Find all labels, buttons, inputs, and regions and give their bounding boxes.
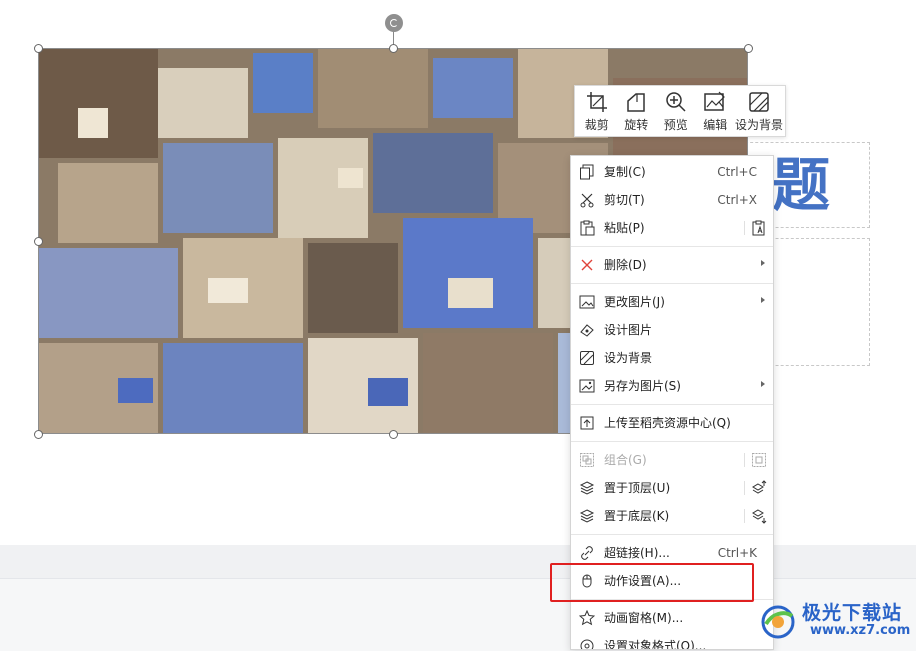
menu-item-animation-pane[interactable]: 动画窗格(M)... [571, 604, 773, 632]
menu-upload-label: 上传至稻壳资源中心(Q) [604, 416, 731, 430]
menu-item-group[interactable]: 组合(G) [571, 446, 773, 474]
menu-separator [571, 441, 773, 442]
menu-separator [571, 246, 773, 247]
preview-button[interactable]: 预览 [656, 86, 696, 136]
menu-format-object-label: 设置对象格式(O)... [604, 639, 707, 650]
slide-canvas[interactable]: 题 [0, 0, 916, 545]
menu-item-upload[interactable]: 上传至稻壳资源中心(Q) [571, 409, 773, 437]
resize-handle-top-right[interactable] [744, 44, 753, 53]
menu-item-format-object[interactable]: 设置对象格式(O)... [571, 632, 773, 650]
group-icon [580, 453, 594, 467]
save-picture-icon [579, 379, 595, 393]
format-object-icon [580, 639, 594, 649]
rotate-label: 旋转 [624, 118, 649, 132]
highlight-annotation-box [550, 563, 754, 602]
site-watermark: 极光下载站 www.xz7.com [758, 596, 914, 646]
menu-item-delete[interactable]: 删除(D) [571, 251, 773, 279]
menu-separator [571, 283, 773, 284]
crop-label: 裁剪 [584, 118, 609, 132]
design-picture-icon [580, 324, 594, 337]
resize-handle-top-left[interactable] [34, 44, 43, 53]
watermark-logo-icon [761, 605, 795, 639]
menu-cut-shortcut: Ctrl+X [717, 193, 757, 207]
set-background-label: 设为背景 [735, 118, 784, 132]
bring-front-icon [579, 481, 595, 495]
menu-cut-label: 剪切(T) [604, 193, 645, 207]
menu-design-picture-label: 设计图片 [604, 323, 653, 337]
resize-handle-bottom-left[interactable] [34, 430, 43, 439]
watermark-url: www.xz7.com [810, 623, 911, 638]
preview-label: 预览 [663, 118, 688, 132]
submenu-arrow-icon [761, 381, 765, 387]
picture-quick-toolbar: 裁剪 旋转 预览 编辑 设为背景 [574, 85, 786, 137]
menu-divider [744, 481, 745, 495]
set-background-button[interactable]: 设为背景 [735, 86, 783, 136]
menu-save-as-picture-label: 另存为图片(S) [604, 379, 681, 393]
menu-set-background-label: 设为背景 [604, 351, 653, 365]
submenu-arrow-icon [761, 297, 765, 303]
menu-item-set-background[interactable]: 设为背景 [571, 344, 773, 372]
menu-item-send-to-back[interactable]: 置于底层(K) [571, 502, 773, 530]
menu-item-cut[interactable]: 剪切(T) Ctrl+X [571, 186, 773, 214]
menu-divider [744, 453, 745, 467]
edit-image-button[interactable]: 编辑 [696, 86, 736, 136]
crop-button[interactable]: 裁剪 [577, 86, 617, 136]
menu-hyperlink-shortcut: Ctrl+K [717, 546, 757, 560]
resize-handle-top[interactable] [389, 44, 398, 53]
change-picture-icon [579, 295, 595, 309]
menu-item-paste[interactable]: 粘贴(P) [571, 214, 773, 242]
set-background-icon [749, 92, 769, 112]
resize-handle-left[interactable] [34, 237, 43, 246]
menu-item-save-as-picture[interactable]: 另存为图片(S) [571, 372, 773, 400]
menu-divider [744, 509, 745, 523]
send-backward-icon[interactable] [751, 508, 767, 524]
slide-title-text[interactable]: 题 [772, 150, 830, 220]
send-back-icon [579, 509, 595, 523]
menu-paste-label: 粘贴(P) [604, 221, 645, 235]
menu-bring-front-label: 置于顶层(U) [604, 481, 671, 495]
menu-hyperlink-label: 超链接(H)... [604, 546, 670, 560]
rotate-button[interactable]: 旋转 [617, 86, 657, 136]
menu-delete-label: 删除(D) [604, 258, 647, 272]
copy-icon [580, 164, 594, 180]
menu-item-copy[interactable]: 复制(C) Ctrl+C [571, 158, 773, 186]
menu-separator [571, 404, 773, 405]
paste-options-icon[interactable] [751, 220, 767, 236]
menu-send-back-label: 置于底层(K) [604, 509, 670, 523]
link-icon [581, 546, 593, 560]
menu-divider [744, 221, 745, 235]
menu-copy-shortcut: Ctrl+C [717, 165, 757, 179]
submenu-arrow-icon [761, 260, 765, 266]
menu-item-bring-to-front[interactable]: 置于顶层(U) [571, 474, 773, 502]
menu-group-label: 组合(G) [604, 453, 647, 467]
menu-item-design-picture[interactable]: 设计图片 [571, 316, 773, 344]
menu-separator [571, 534, 773, 535]
delete-x-icon [581, 259, 593, 271]
zoom-preview-icon [666, 92, 686, 112]
menu-animation-pane-label: 动画窗格(M)... [604, 611, 684, 625]
watermark-site-name: 极光下载站 [802, 602, 903, 624]
scissors-icon [580, 193, 594, 208]
paste-icon [580, 220, 595, 236]
rotate-icon [627, 93, 645, 112]
edit-label: 编辑 [703, 118, 728, 132]
rotate-handle-icon[interactable] [385, 14, 403, 32]
upload-cloud-icon [580, 416, 594, 430]
animation-star-icon [579, 610, 595, 626]
edit-image-icon [704, 91, 726, 111]
menu-item-change-picture[interactable]: 更改图片(J) [571, 288, 773, 316]
resize-handle-bottom[interactable] [389, 430, 398, 439]
crop-icon [586, 92, 607, 112]
slide-area-gutter [0, 545, 916, 578]
group-options-icon [752, 453, 766, 467]
menu-change-picture-label: 更改图片(J) [604, 295, 665, 309]
set-background-icon [580, 351, 594, 365]
bring-forward-icon[interactable] [751, 480, 767, 496]
menu-copy-label: 复制(C) [604, 165, 646, 179]
